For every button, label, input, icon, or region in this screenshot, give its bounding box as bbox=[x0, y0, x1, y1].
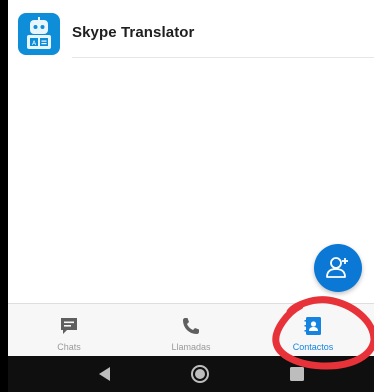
contacts-icon bbox=[304, 317, 321, 335]
phone-icon bbox=[183, 318, 199, 334]
tab-calls-label: Llamadas bbox=[171, 342, 211, 352]
tab-contacts[interactable]: Contactos bbox=[252, 304, 374, 357]
home-icon[interactable] bbox=[189, 364, 211, 384]
system-navigation-bar bbox=[8, 356, 374, 392]
app-screen: A Skype Translator Chats Llamadas Contac… bbox=[8, 0, 374, 392]
back-icon[interactable] bbox=[94, 364, 116, 384]
translator-bot-icon: A bbox=[18, 13, 60, 55]
recents-icon[interactable] bbox=[286, 364, 308, 384]
add-contact-button[interactable] bbox=[314, 244, 362, 292]
tab-chats-label: Chats bbox=[57, 342, 81, 352]
bottom-navigation: Chats Llamadas Contactos bbox=[8, 303, 374, 357]
contact-name: Skype Translator bbox=[72, 24, 195, 41]
contact-list-item[interactable]: A Skype Translator bbox=[8, 0, 374, 58]
tab-chats[interactable]: Chats bbox=[8, 304, 130, 357]
chat-icon bbox=[61, 318, 77, 334]
tab-calls[interactable]: Llamadas bbox=[130, 304, 252, 357]
tab-contacts-label: Contactos bbox=[292, 342, 334, 352]
add-contact-icon bbox=[326, 257, 348, 278]
divider bbox=[72, 57, 374, 58]
